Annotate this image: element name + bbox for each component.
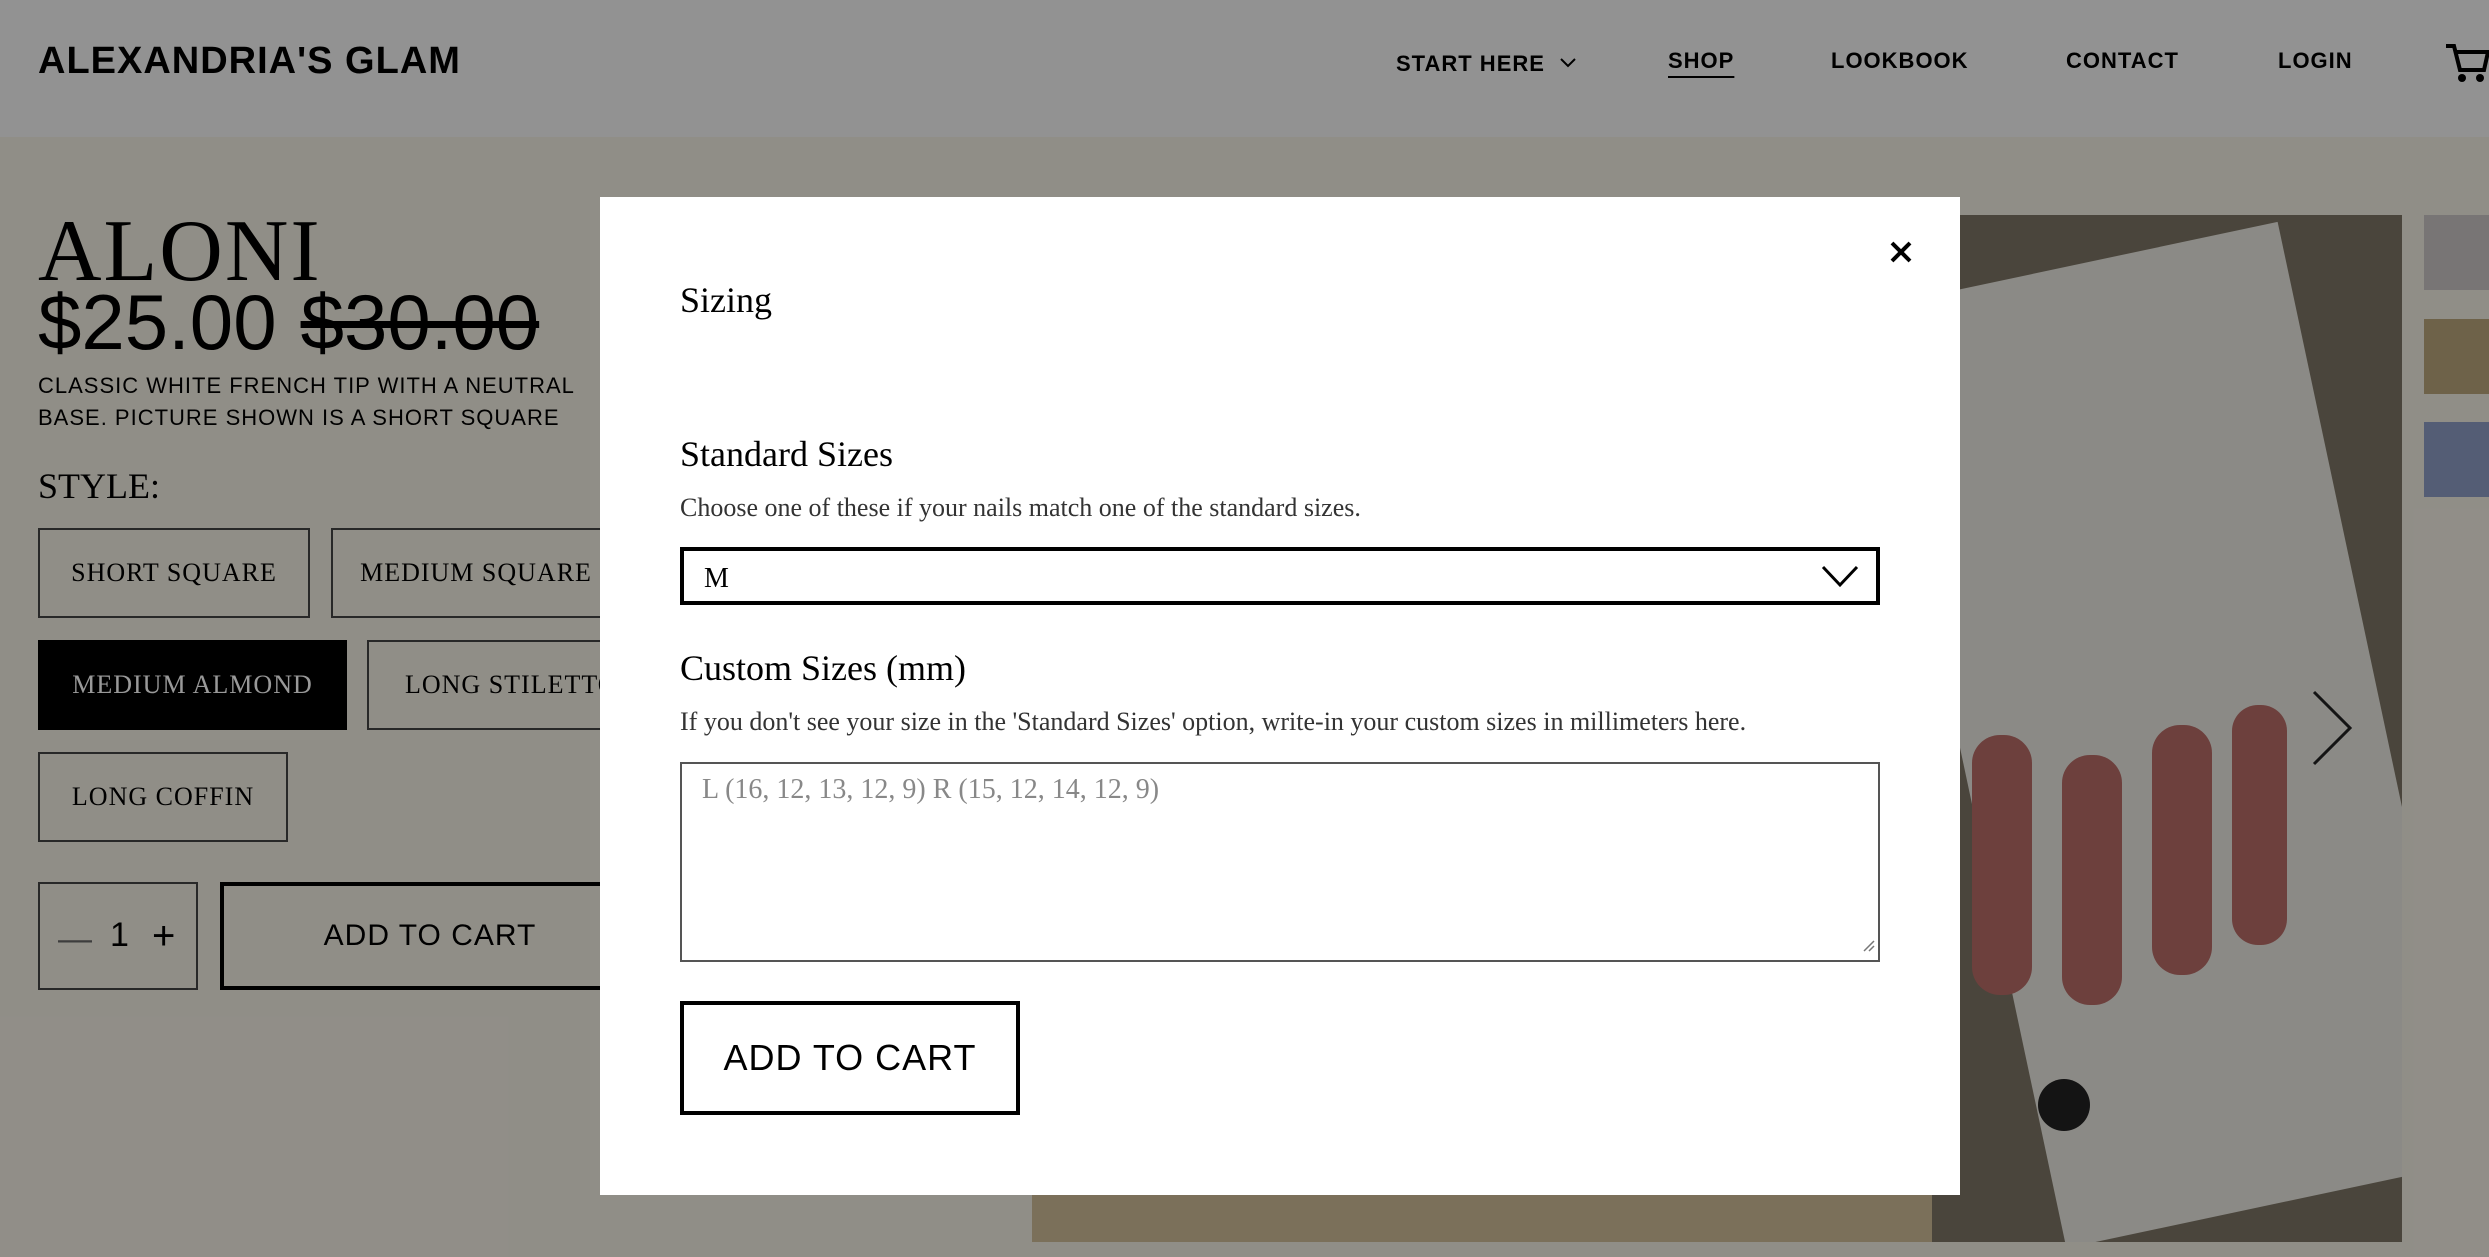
standard-sizes-help: Choose one of these if your nails match … xyxy=(680,493,1361,522)
modal-add-to-cart-button[interactable]: ADD TO CART xyxy=(680,1001,1020,1115)
standard-size-select[interactable]: M xyxy=(680,547,1880,605)
standard-sizes-title: Standard Sizes xyxy=(680,434,893,474)
sizing-modal: Sizing Standard Sizes Choose one of thes… xyxy=(600,197,1960,1195)
close-icon[interactable] xyxy=(1886,237,1916,267)
custom-sizes-title: Custom Sizes (mm) xyxy=(680,648,966,688)
modal-title: Sizing xyxy=(680,280,773,320)
custom-sizes-input[interactable]: L (16, 12, 13, 12, 9) R (15, 12, 14, 12,… xyxy=(680,762,1880,962)
chevron-down-icon xyxy=(1820,563,1860,596)
custom-sizes-placeholder: L (16, 12, 13, 12, 9) R (15, 12, 14, 12,… xyxy=(702,774,1160,805)
custom-sizes-help: If you don't see your size in the 'Stand… xyxy=(680,707,1747,736)
standard-size-value: M xyxy=(704,563,729,594)
resize-handle-icon[interactable] xyxy=(1860,937,1876,958)
